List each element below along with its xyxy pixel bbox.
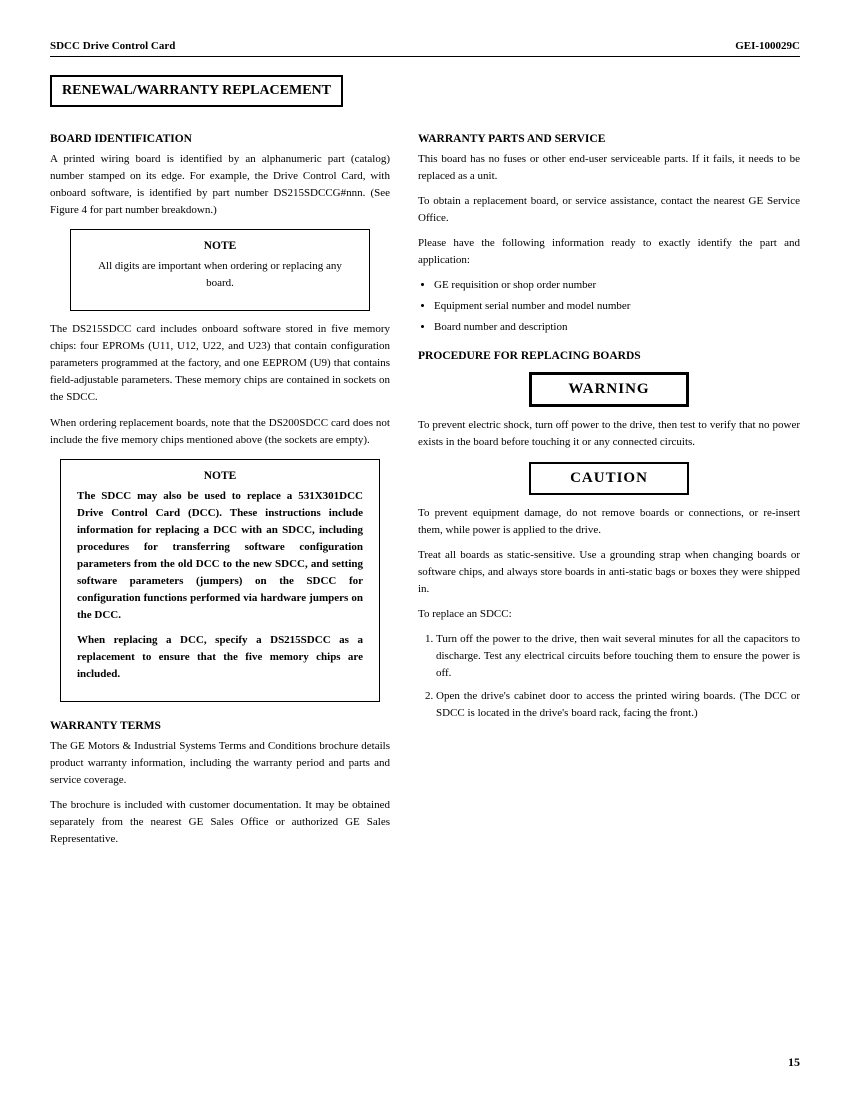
note1-text: All digits are important when ordering o… bbox=[87, 258, 353, 292]
note-box-1: NOTE All digits are important when order… bbox=[70, 229, 370, 311]
note1-title: NOTE bbox=[87, 240, 353, 252]
warranty-terms-para2: The brochure is included with customer d… bbox=[50, 797, 390, 848]
caution-text1: To prevent equipment damage, do not remo… bbox=[418, 505, 800, 539]
step-2: Open the drive's cabinet door to access … bbox=[436, 688, 800, 722]
note2-text1: The SDCC may also be used to replace a 5… bbox=[77, 488, 363, 624]
board-id-para3: When ordering replacement boards, note t… bbox=[50, 415, 390, 449]
warranty-parts-para2: To obtain a replacement board, or servic… bbox=[418, 193, 800, 227]
warranty-terms-para1: The GE Motors & Industrial Systems Terms… bbox=[50, 738, 390, 789]
caution-label: CAUTION bbox=[570, 470, 648, 486]
warning-container: WARNING bbox=[418, 372, 800, 407]
main-title-wrapper: RENEWAL/WARRANTY REPLACEMENT bbox=[50, 75, 800, 119]
two-column-layout: BOARD IDENTIFICATION A printed wiring bo… bbox=[50, 133, 800, 856]
bullet-1: GE requisition or shop order number bbox=[434, 277, 800, 294]
main-title: RENEWAL/WARRANTY REPLACEMENT bbox=[50, 75, 343, 107]
board-id-title: BOARD IDENTIFICATION bbox=[50, 133, 390, 145]
right-column: WARRANTY PARTS AND SERVICE This board ha… bbox=[418, 133, 800, 856]
board-identification-section: BOARD IDENTIFICATION A printed wiring bo… bbox=[50, 133, 390, 702]
note-box-2: NOTE The SDCC may also be used to replac… bbox=[60, 459, 380, 703]
warranty-parts-para1: This board has no fuses or other end-use… bbox=[418, 151, 800, 185]
page: SDCC Drive Control Card GEI-100029C RENE… bbox=[0, 0, 850, 1100]
board-id-para2: The DS215SDCC card includes onboard soft… bbox=[50, 321, 390, 406]
replace-intro: To replace an SDCC: bbox=[418, 606, 800, 623]
caution-box: CAUTION bbox=[529, 462, 689, 495]
warranty-bullets: GE requisition or shop order number Equi… bbox=[434, 277, 800, 336]
page-number: 15 bbox=[788, 1055, 800, 1070]
bullet-2: Equipment serial number and model number bbox=[434, 298, 800, 315]
caution-container: CAUTION bbox=[418, 462, 800, 495]
warning-box: WARNING bbox=[529, 372, 689, 407]
warranty-parts-para3: Please have the following information re… bbox=[418, 235, 800, 269]
board-id-para1: A printed wiring board is identified by … bbox=[50, 151, 390, 219]
warranty-parts-section: WARRANTY PARTS AND SERVICE This board ha… bbox=[418, 133, 800, 336]
warranty-terms-section: WARRANTY TERMS The GE Motors & Industria… bbox=[50, 720, 390, 848]
warranty-terms-title: WARRANTY TERMS bbox=[50, 720, 390, 732]
warranty-parts-title: WARRANTY PARTS AND SERVICE bbox=[418, 133, 800, 145]
procedure-section: PROCEDURE FOR REPLACING BOARDS WARNING T… bbox=[418, 350, 800, 722]
note2-title: NOTE bbox=[77, 470, 363, 482]
note2-text2: When replacing a DCC, specify a DS215SDC… bbox=[77, 632, 363, 683]
header-left: SDCC Drive Control Card bbox=[50, 40, 175, 52]
header-right: GEI-100029C bbox=[735, 40, 800, 52]
step-1: Turn off the power to the drive, then wa… bbox=[436, 631, 800, 682]
procedure-title: PROCEDURE FOR REPLACING BOARDS bbox=[418, 350, 800, 362]
warning-text: To prevent electric shock, turn off powe… bbox=[418, 417, 800, 451]
page-header: SDCC Drive Control Card GEI-100029C bbox=[50, 40, 800, 57]
bullet-3: Board number and description bbox=[434, 319, 800, 336]
caution-text2: Treat all boards as static-sensitive. Us… bbox=[418, 547, 800, 598]
left-column: BOARD IDENTIFICATION A printed wiring bo… bbox=[50, 133, 390, 856]
replace-steps: Turn off the power to the drive, then wa… bbox=[436, 631, 800, 722]
warning-label: WARNING bbox=[568, 381, 649, 397]
